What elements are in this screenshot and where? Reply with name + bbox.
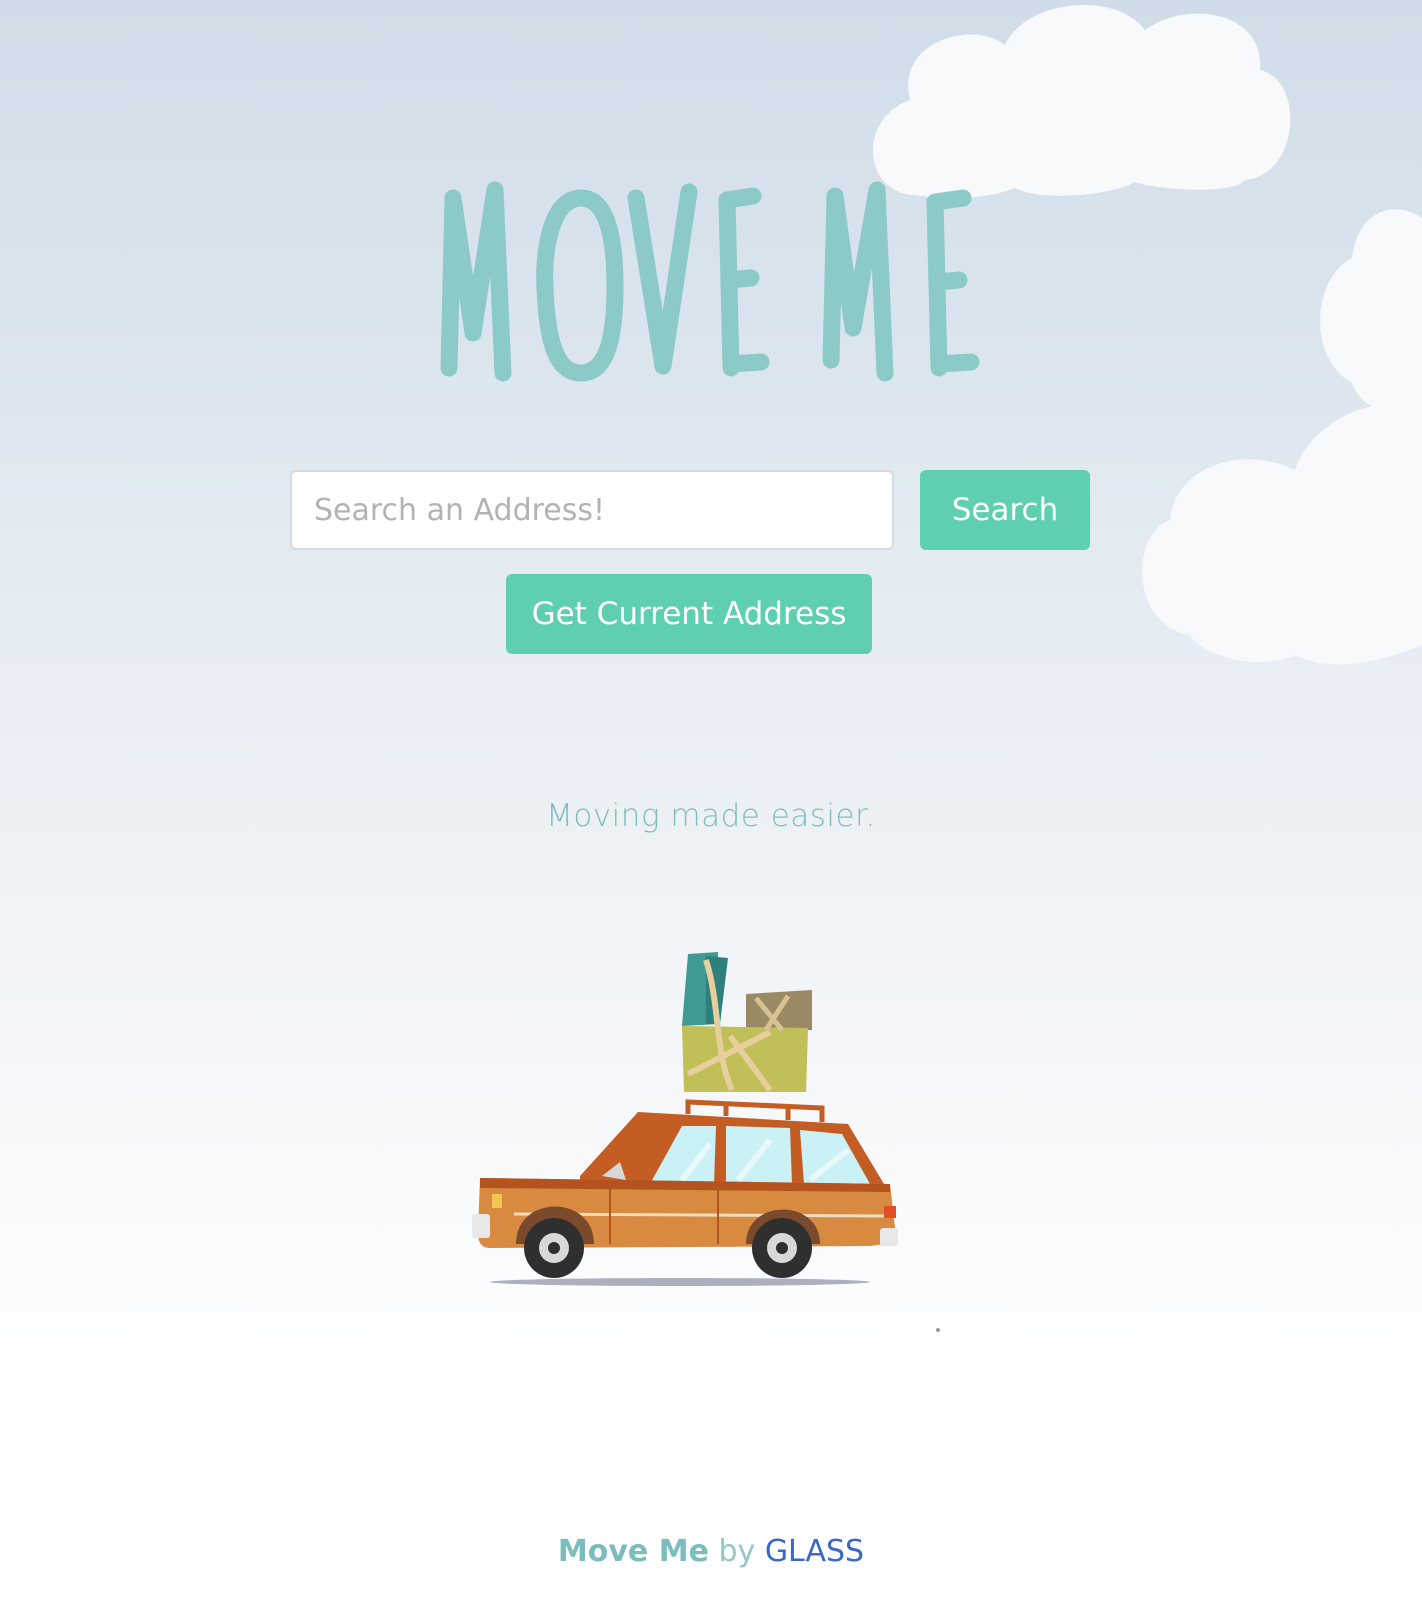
- wheel-icon: [524, 1218, 584, 1278]
- get-current-address-button[interactable]: Get Current Address: [506, 574, 872, 654]
- page-title: [0, 168, 1422, 398]
- search-input[interactable]: [290, 470, 894, 550]
- move-me-logo: [440, 181, 980, 382]
- footer: Move Me by GLASS: [0, 1534, 1422, 1569]
- car-with-boxes-illustration: [472, 952, 940, 1332]
- boxes-icon: [682, 952, 812, 1092]
- footer-org-link[interactable]: GLASS: [765, 1534, 864, 1569]
- footer-brand: Move Me: [557, 1534, 709, 1569]
- footer-by: by: [718, 1534, 756, 1569]
- wheel-icon: [752, 1218, 812, 1278]
- search-button[interactable]: Search: [920, 470, 1090, 550]
- tagline: Moving made easier.: [546, 798, 876, 834]
- cloud-icon: [1142, 403, 1422, 665]
